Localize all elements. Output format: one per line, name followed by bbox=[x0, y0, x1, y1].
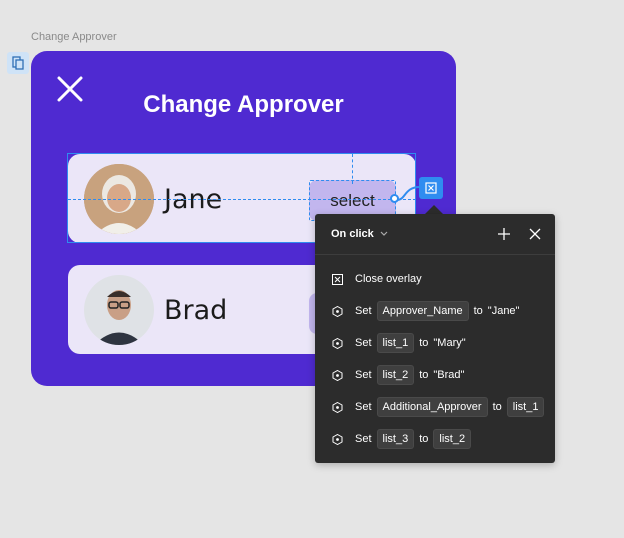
value-text[interactable]: "Brad" bbox=[433, 369, 464, 381]
action-verb: Set bbox=[355, 433, 372, 445]
chevron-down-icon[interactable] bbox=[380, 231, 388, 237]
variable-chip[interactable]: Approver_Name bbox=[376, 301, 469, 321]
panel-header: On click bbox=[315, 214, 555, 255]
value-text[interactable]: "Mary" bbox=[433, 337, 465, 349]
connector-handle[interactable] bbox=[390, 194, 399, 203]
variable-chip[interactable]: list_1 bbox=[376, 333, 415, 353]
action-set-variable[interactable]: Set list_1 to "Mary" bbox=[332, 333, 466, 353]
avatar-brad bbox=[84, 275, 154, 345]
prototype-frame-icon[interactable] bbox=[7, 52, 29, 74]
plus-icon[interactable] bbox=[498, 228, 510, 240]
interaction-panel: On click Close overlay Set Approver_Name… bbox=[315, 214, 555, 463]
close-overlay-target-icon[interactable] bbox=[419, 177, 443, 199]
to-label: to bbox=[419, 369, 429, 381]
value-text[interactable]: "Jane" bbox=[488, 305, 520, 317]
to-label: to bbox=[473, 305, 483, 317]
variable-icon bbox=[332, 337, 343, 349]
close-overlay-icon bbox=[332, 273, 343, 285]
variable-chip[interactable]: list_2 bbox=[376, 365, 415, 385]
close-icon[interactable] bbox=[529, 228, 541, 240]
to-label: to bbox=[419, 337, 429, 349]
action-set-variable[interactable]: Set list_3 to list_2 bbox=[332, 429, 476, 449]
variable-icon bbox=[332, 401, 343, 413]
to-label: to bbox=[492, 401, 502, 413]
frame-label[interactable]: Change Approver bbox=[31, 31, 117, 43]
action-verb: Set bbox=[355, 305, 372, 317]
value-chip[interactable]: list_2 bbox=[433, 429, 472, 449]
variable-icon bbox=[332, 369, 343, 381]
card-title: Change Approver bbox=[143, 91, 344, 118]
action-set-variable[interactable]: Set list_2 to "Brad" bbox=[332, 365, 464, 385]
action-verb: Set bbox=[355, 337, 372, 349]
action-verb: Set bbox=[355, 401, 372, 413]
value-chip[interactable]: list_1 bbox=[506, 397, 545, 417]
to-label: to bbox=[419, 433, 429, 445]
action-close-overlay[interactable]: Close overlay bbox=[332, 269, 422, 289]
action-set-variable[interactable]: Set Approver_Name to "Jane" bbox=[332, 301, 519, 321]
variable-icon bbox=[332, 305, 343, 317]
action-set-variable[interactable]: Set Additional_Approver to list_1 bbox=[332, 397, 549, 417]
panel-pointer bbox=[425, 205, 443, 214]
action-label: Close overlay bbox=[355, 273, 422, 285]
action-verb: Set bbox=[355, 369, 372, 381]
approver-name: Brad bbox=[164, 295, 228, 326]
trigger-dropdown[interactable]: On click bbox=[331, 228, 374, 240]
variable-icon bbox=[332, 433, 343, 445]
variable-chip[interactable]: list_3 bbox=[376, 429, 415, 449]
variable-chip[interactable]: Additional_Approver bbox=[376, 397, 488, 417]
